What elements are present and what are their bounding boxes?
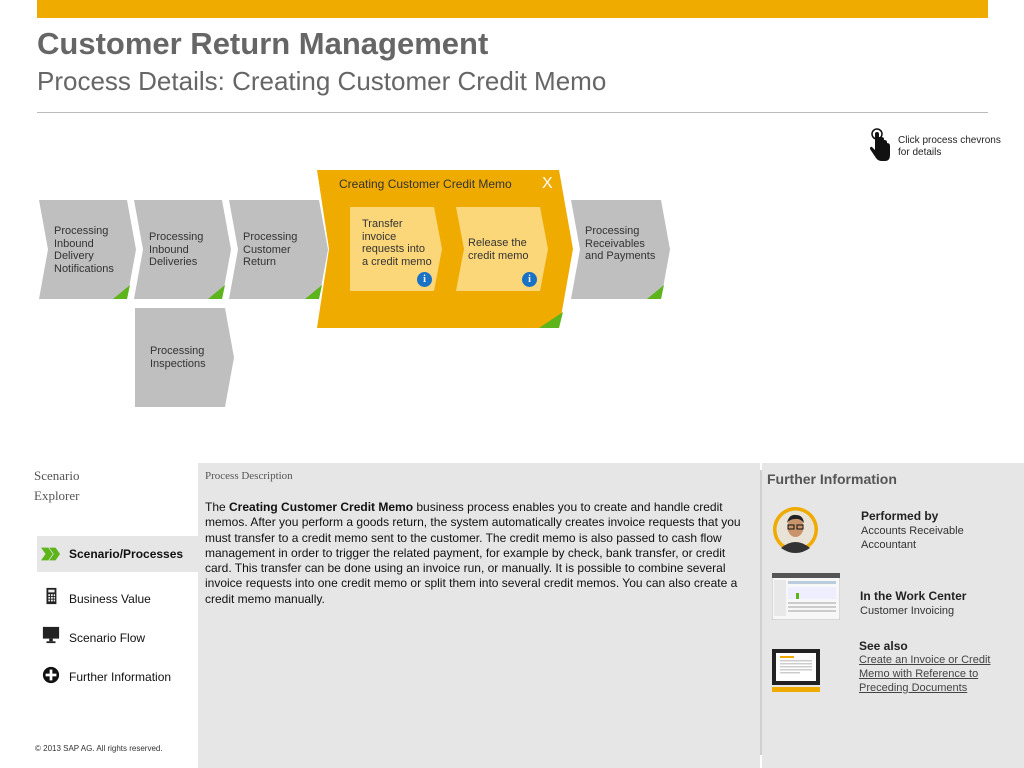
hint-text: Click process chevrons for details [898,135,1001,158]
nav-item-label: Scenario/Processes [69,547,184,561]
nav-item-label: Further Information [69,670,172,684]
brand-top-bar [37,0,988,18]
info-icon[interactable]: i [522,272,537,287]
header-divider [37,112,988,113]
group-title: Creating Customer Credit Memo [339,177,512,191]
nav-item-further-information[interactable]: Further Information [37,659,198,695]
further-information-heading: Further Information [767,471,897,487]
chevron-processing-inbound-delivery-notifications[interactable]: Processing Inbound Delivery Notification… [39,200,136,299]
performed-by-value: Accounts Receivable Accountant [861,525,964,551]
chevron-processing-inspections[interactable]: Processing Inspections [135,308,234,407]
chevron-label: Processing Inbound Deliveries [149,231,204,268]
nav-item-scenario-flow[interactable]: Scenario Flow [37,620,198,656]
work-center-screenshot-icon [772,573,840,620]
step-transfer-invoice-requests[interactable]: Transfer invoice requests into a credit … [350,207,442,291]
performed-by-title: Performed by [861,509,939,523]
nav-item-label: Scenario Flow [69,631,146,645]
process-name-bold: Creating Customer Credit Memo [229,500,414,514]
document-monitor-icon [772,649,820,692]
info-icon[interactable]: i [417,272,432,287]
double-chevron-icon [41,547,61,561]
step-label: Transfer invoice requests into a credit … [362,218,432,268]
nav-item-label: Business Value [69,592,151,606]
chevron-processing-customer-return[interactable]: Processing Customer Return [229,200,328,299]
nav-item-scenario-processes[interactable]: Scenario/Processes [37,536,198,572]
process-description-text: The Creating Customer Credit Memo busine… [205,500,741,606]
chevron-label: Processing Receivables and Payments [585,225,656,262]
work-center-value: Customer Invoicing [860,605,955,617]
chevron-processing-receivables-and-payments[interactable]: Processing Receivables and Payments [571,200,670,299]
scenario-explorer-title: Scenario Explorer [34,468,80,503]
calculator-icon [46,587,57,605]
avatar [773,507,818,553]
close-icon[interactable]: X [542,175,553,193]
monitor-icon [42,626,60,644]
chevron-label: Processing Inspections [150,345,206,370]
nav-item-business-value[interactable]: Business Value [37,581,198,617]
page-subtitle: Process Details: Creating Customer Credi… [37,66,607,96]
chevron-label: Processing Customer Return [243,231,298,268]
step-label: Release the credit memo [468,237,529,262]
page-title: Customer Return Management [37,26,489,61]
hand-pointer-icon [870,128,890,161]
see-also-link[interactable]: Create an Invoice or Credit Memo with Re… [859,653,1009,695]
work-center-title: In the Work Center [860,589,967,603]
chevron-processing-inbound-deliveries[interactable]: Processing Inbound Deliveries [134,200,231,299]
plus-circle-icon [42,666,60,684]
see-also-title: See also [859,639,908,653]
copyright-footer: © 2013 SAP AG. All rights reserved. [35,744,163,753]
process-description-heading: Process Description [205,470,293,482]
step-release-credit-memo[interactable]: Release the credit memo i [456,207,548,291]
panel-divider [760,470,762,755]
chevron-label: Processing Inbound Delivery Notification… [54,225,114,275]
